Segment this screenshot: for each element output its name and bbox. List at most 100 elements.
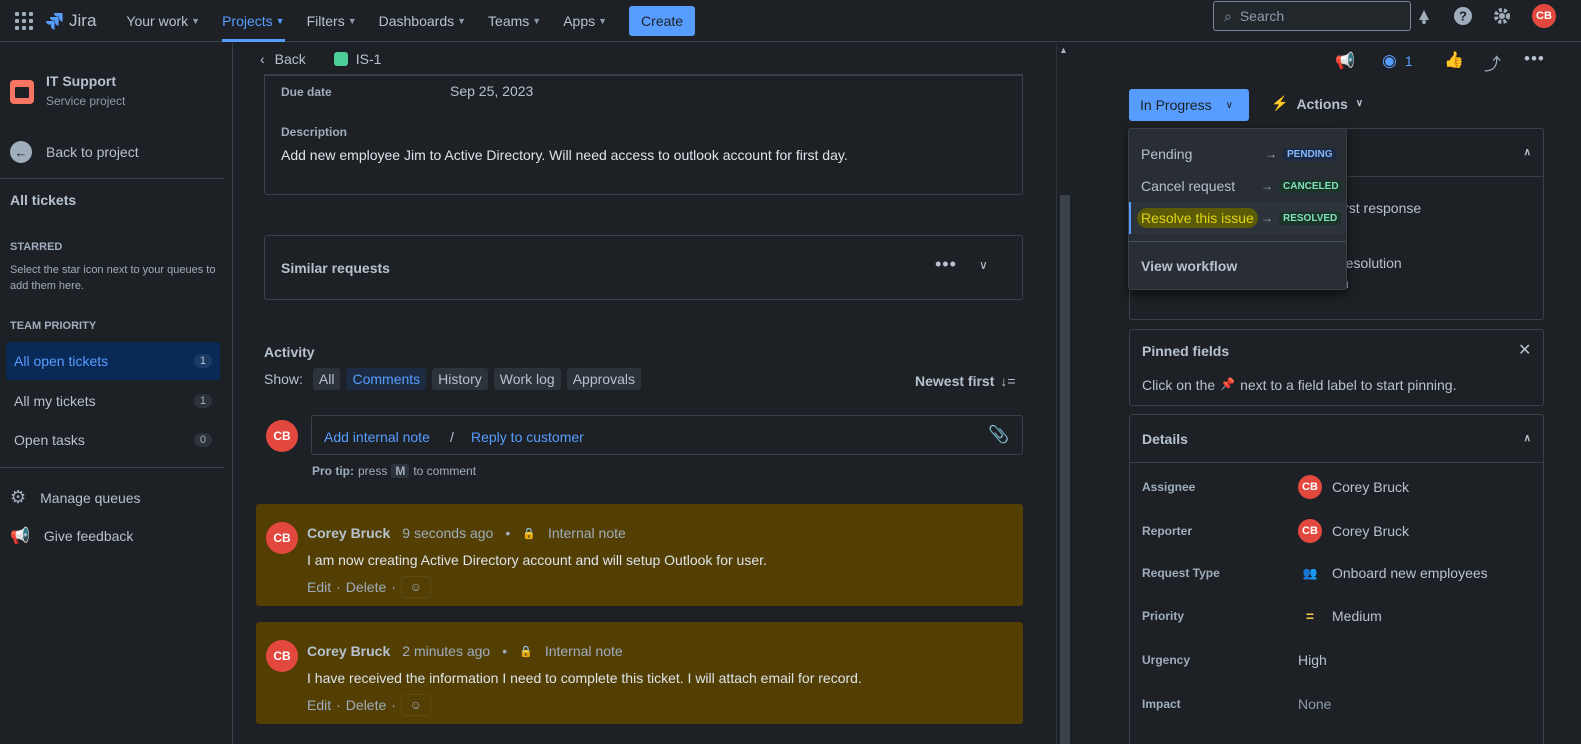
detail-value: Medium (1332, 608, 1382, 624)
similar-requests-title: Similar requests (281, 260, 390, 276)
feedback-megaphone-icon[interactable]: 📢 (1335, 51, 1355, 71)
chevron-down-icon[interactable]: ∨ (979, 258, 988, 272)
attachment-paperclip-icon[interactable]: 📎 (988, 425, 1009, 445)
create-button[interactable]: Create (629, 5, 696, 36)
edit-comment-link[interactable]: Edit (307, 579, 331, 595)
chevron-up-icon: ∧ (1523, 433, 1531, 444)
separator: / (450, 429, 454, 445)
comment-author[interactable]: Corey Bruck (307, 525, 390, 541)
transition-cancel-request[interactable]: Cancel request → CANCELED (1129, 170, 1346, 202)
jira-logo[interactable]: Jira (45, 11, 96, 31)
add-reaction-icon[interactable]: ☺ (400, 576, 431, 598)
queue-all-my-tickets[interactable]: All my tickets 1 (6, 382, 220, 420)
settings-gear-icon[interactable] (1490, 4, 1514, 28)
sort-toggle[interactable]: Newest first ↓= (915, 373, 1016, 389)
close-icon[interactable]: ✕ (1518, 340, 1531, 360)
jira-logo-icon (46, 12, 63, 30)
comment-author[interactable]: Corey Bruck (307, 643, 390, 659)
all-tickets-link[interactable]: All tickets (10, 192, 76, 208)
dot-separator: • (502, 643, 508, 659)
manage-queues-link[interactable]: ⚙ Manage queues (10, 487, 141, 508)
more-actions-icon[interactable]: ••• (1524, 49, 1545, 69)
detail-row-priority[interactable]: Priority = Medium (1142, 608, 1532, 624)
delete-comment-link[interactable]: Delete (346, 697, 386, 713)
more-options-icon[interactable]: ••• (935, 254, 957, 275)
detail-row-assignee[interactable]: Assignee CB Corey Bruck (1142, 475, 1532, 499)
tab-history[interactable]: History (432, 368, 488, 390)
description-value[interactable]: Add new employee Jim to Active Directory… (281, 147, 848, 163)
notifications-icon[interactable] (1412, 4, 1436, 28)
due-date-value[interactable]: Sep 25, 2023 (450, 83, 533, 99)
comment-time[interactable]: 9 seconds ago (402, 525, 493, 541)
edit-comment-link[interactable]: Edit (307, 697, 331, 713)
add-internal-note-link[interactable]: Add internal note (324, 429, 430, 445)
pin-icon: 📌 (1220, 377, 1236, 391)
avatar: CB (266, 420, 298, 452)
app-switcher-icon[interactable] (15, 11, 33, 30)
similar-requests-panel[interactable]: Similar requests ••• ∨ (264, 235, 1023, 300)
back-link[interactable]: Back (275, 51, 306, 67)
detail-label: Request Type (1142, 566, 1220, 580)
chevron-left-icon[interactable]: ‹ (260, 51, 265, 67)
scroll-up-arrow-icon[interactable]: ▲ (1059, 45, 1068, 55)
give-feedback-link[interactable]: 📢 Give feedback (10, 526, 133, 546)
detail-label: Urgency (1142, 653, 1191, 667)
tab-comments[interactable]: Comments (346, 368, 427, 390)
thumbs-up-icon[interactable]: 👍 (1444, 50, 1464, 70)
status-dropdown-button[interactable]: In Progress ∨ (1129, 89, 1249, 121)
project-header[interactable]: IT Support Service project (10, 73, 125, 108)
queue-count-badge: 0 (193, 433, 212, 447)
detail-row-impact[interactable]: Impact None (1142, 696, 1532, 712)
search-input[interactable]: ⌕ Search (1213, 1, 1411, 31)
nav-apps[interactable]: Apps ▼ (563, 0, 607, 42)
comment-header: Corey Bruck 9 seconds ago • 🔒 Internal n… (307, 525, 626, 541)
add-reaction-icon[interactable]: ☺ (400, 694, 431, 716)
arrow-right-icon: → (1261, 211, 1273, 225)
details-header[interactable]: Details ∧ (1130, 415, 1543, 463)
chevron-down-icon: ∨ (1225, 99, 1233, 111)
detail-row-request-type[interactable]: Request Type 👥 Onboard new employees (1142, 565, 1532, 581)
activity-heading: Activity (264, 344, 315, 360)
queue-all-open-tickets[interactable]: All open tickets 1 (6, 342, 220, 380)
detail-row-urgency[interactable]: Urgency High (1142, 652, 1532, 668)
detail-value: Corey Bruck (1332, 523, 1410, 539)
pinned-hint-after: next to a field label to start pinning. (1240, 377, 1457, 393)
transition-resolve-issue[interactable]: Resolve this issue → RESOLVED (1129, 202, 1346, 234)
gear-icon: ⚙ (10, 487, 27, 507)
scrollbar-thumb[interactable] (1060, 195, 1070, 744)
transition-pending[interactable]: Pending → PENDING (1129, 138, 1346, 170)
nav-teams[interactable]: Teams ▼ (488, 0, 541, 42)
detail-row-reporter[interactable]: Reporter CB Corey Bruck (1142, 519, 1532, 543)
people-icon: 👥 (1302, 566, 1318, 580)
delete-comment-link[interactable]: Delete (346, 579, 386, 595)
transition-label: Cancel request (1141, 178, 1236, 194)
dot-separator: · (391, 697, 396, 713)
show-label: Show: (264, 371, 303, 387)
main-scrollbar[interactable]: ▲ (1056, 43, 1070, 744)
share-icon[interactable]: ⤴ (1484, 50, 1501, 75)
detail-label: Priority (1142, 609, 1185, 623)
queue-open-tasks[interactable]: Open tasks 0 (6, 421, 220, 459)
comment-editor[interactable]: Add internal note / Reply to customer 📎 (311, 415, 1023, 455)
comment-actions: Edit · Delete · ☺ (307, 576, 431, 598)
back-row: ‹ Back IS-1 (260, 51, 381, 67)
tab-approvals[interactable]: Approvals (566, 368, 641, 390)
issue-key-link[interactable]: IS-1 (333, 51, 381, 67)
nav-filters[interactable]: Filters ▼ (307, 0, 357, 42)
nav-projects[interactable]: Projects ▼ (222, 0, 285, 42)
view-workflow-link[interactable]: View workflow (1129, 250, 1346, 282)
back-to-project-link[interactable]: ← Back to project (10, 141, 139, 163)
reply-to-customer-link[interactable]: Reply to customer (471, 429, 584, 445)
detail-label: Impact (1142, 697, 1181, 711)
sort-label: Newest first (915, 373, 995, 389)
actions-button[interactable]: ⚡ Actions ∨ (1271, 95, 1363, 112)
tab-work-log[interactable]: Work log (493, 368, 561, 390)
comment-time[interactable]: 2 minutes ago (402, 643, 490, 659)
profile-avatar[interactable]: CB (1532, 4, 1556, 28)
tab-all[interactable]: All (312, 368, 341, 390)
nav-dashboards[interactable]: Dashboards ▼ (379, 0, 466, 42)
help-icon[interactable]: ? (1451, 4, 1475, 28)
nav-your-work[interactable]: Your work ▼ (126, 0, 200, 42)
watch-button[interactable]: ◉ 1 (1382, 51, 1413, 71)
logo-text: Jira (69, 10, 97, 30)
